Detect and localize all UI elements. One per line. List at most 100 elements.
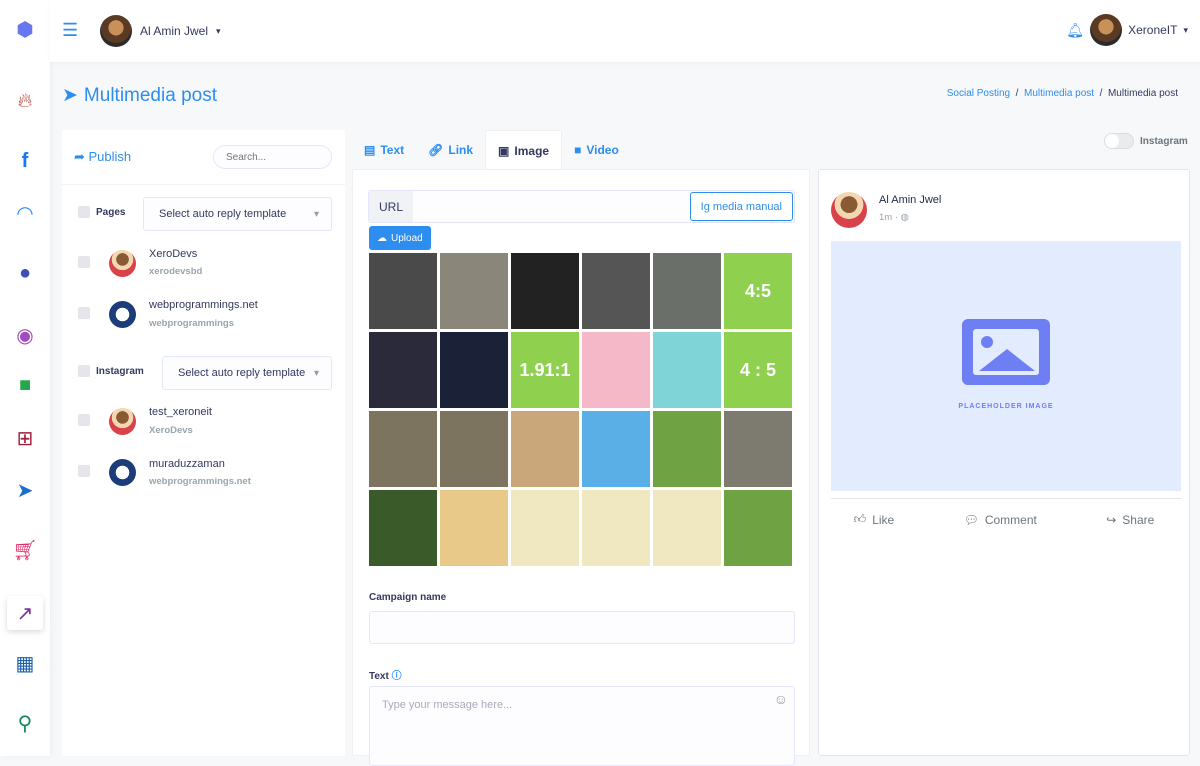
store-icon[interactable]: ▦ xyxy=(12,650,38,676)
media-thumbnail[interactable]: 4 : 5 xyxy=(724,332,792,408)
media-thumbnail[interactable] xyxy=(369,411,437,487)
tab-link[interactable]: 🔗︎ Link xyxy=(416,130,485,170)
media-thumbnail[interactable] xyxy=(653,253,721,329)
media-thumbnail[interactable] xyxy=(440,411,508,487)
media-thumbnail[interactable]: 4:5 xyxy=(724,253,792,329)
instagram-toggle-label: Instagram xyxy=(1140,136,1188,147)
tab-label: Video xyxy=(586,143,619,157)
message-placeholder: Type your message here... xyxy=(382,699,513,711)
instagram-label: Instagram xyxy=(96,366,144,377)
media-thumbnail[interactable] xyxy=(440,332,508,408)
media-thumbnail[interactable] xyxy=(440,490,508,566)
comment-icon: 💬︎ xyxy=(963,512,979,527)
pages-checkbox[interactable] xyxy=(78,206,90,218)
message-icon[interactable]: ■ xyxy=(12,372,38,398)
media-thumbnail[interactable] xyxy=(369,253,437,329)
avatar xyxy=(100,15,132,47)
breadcrumb-social-posting[interactable]: Social Posting xyxy=(947,88,1010,99)
fire-icon[interactable]: 🔥︎ xyxy=(12,88,38,114)
instagram-toggle[interactable] xyxy=(1104,133,1134,149)
menu-icon[interactable]: ☰ xyxy=(62,20,78,41)
media-thumbnail[interactable] xyxy=(511,253,579,329)
media-thumbnail[interactable]: 1.91:1 xyxy=(511,332,579,408)
post-type-tabs: ▤ Text 🔗︎ Link ▣ Image ■ Video xyxy=(352,130,631,170)
media-thumbnail[interactable] xyxy=(653,332,721,408)
emoji-icon[interactable]: ☺ xyxy=(774,691,788,707)
media-thumbnail[interactable] xyxy=(582,253,650,329)
preview-time: 1m xyxy=(879,212,893,223)
cart-icon[interactable]: 🛒︎ xyxy=(12,537,38,563)
comment-button[interactable]: 💬︎ Comment xyxy=(964,512,1037,527)
tab-label: Text xyxy=(380,143,405,157)
media-thumbnail[interactable] xyxy=(724,411,792,487)
message-textarea[interactable]: Type your message here... ☺ xyxy=(369,686,795,766)
campaign-label: Campaign name xyxy=(369,592,447,603)
pages-label: Pages xyxy=(96,207,126,218)
tab-image[interactable]: ▣ Image xyxy=(485,130,563,170)
media-thumbnail[interactable] xyxy=(369,490,437,566)
url-label: URL xyxy=(369,191,413,222)
search-icon[interactable]: ⚲ xyxy=(12,710,38,736)
breadcrumb-multimedia[interactable]: Multimedia post xyxy=(1024,88,1094,99)
media-thumbnail[interactable] xyxy=(582,332,650,408)
like-label: Like xyxy=(872,512,895,527)
media-thumbnail[interactable] xyxy=(724,490,792,566)
instagram-checkbox[interactable] xyxy=(78,365,90,377)
page-checkbox[interactable] xyxy=(78,307,90,319)
media-grid: 4:5 1.91:1 4 : 5 xyxy=(369,253,792,566)
wifi-icon[interactable]: ◠ xyxy=(12,200,38,226)
text-label: Text xyxy=(369,671,389,682)
media-thumbnail[interactable] xyxy=(440,253,508,329)
media-thumbnail[interactable] xyxy=(582,490,650,566)
campaign-name-input[interactable] xyxy=(369,611,795,644)
bell-icon[interactable]: 🔔︎ xyxy=(1066,22,1084,39)
account-name: XeroneIT xyxy=(1128,23,1178,37)
account-dropdown[interactable]: XeroneIT ▾ xyxy=(1090,14,1188,46)
media-thumbnail[interactable] xyxy=(369,332,437,408)
tab-video[interactable]: ■ Video xyxy=(562,130,631,170)
share-icon[interactable]: ↗ xyxy=(7,596,43,630)
user-circle-icon[interactable]: ◉ xyxy=(12,322,38,348)
instagram-template-select[interactable]: Select auto reply template xyxy=(162,356,332,390)
media-thumbnail[interactable] xyxy=(511,490,579,566)
logo-icon[interactable]: ⬢ xyxy=(12,16,38,42)
instagram-name: muraduzzaman xyxy=(149,458,225,470)
breadcrumb: Social Posting / Multimedia post / Multi… xyxy=(946,88,1178,99)
like-button[interactable]: 👍︎ Like xyxy=(854,512,895,527)
upload-button[interactable]: ☁ Upload xyxy=(369,226,431,250)
sidebar: ⬢ 🔥︎ f ◠ ● ◉ ■ ⊞ ➤ 🛒︎ ↗ ▦ ⚲ xyxy=(0,0,50,756)
paper-plane-icon[interactable]: ➤ xyxy=(12,477,38,503)
media-thumbnail[interactable] xyxy=(653,411,721,487)
account-avatar xyxy=(1090,14,1123,46)
comment-label: Comment xyxy=(984,512,1037,527)
pages-template-select[interactable]: Select auto reply template xyxy=(143,197,332,231)
page-checkbox[interactable] xyxy=(78,256,90,268)
url-input[interactable] xyxy=(413,191,689,222)
publish-text: Publish xyxy=(88,149,132,164)
media-thumbnail[interactable] xyxy=(582,411,650,487)
cloud-upload-icon: ☁ xyxy=(377,232,387,244)
share-label: Share xyxy=(1122,512,1155,527)
tab-text[interactable]: ▤ Text xyxy=(352,130,416,170)
share-button[interactable]: ↪ Share xyxy=(1106,512,1154,527)
media-thumbnail[interactable] xyxy=(511,411,579,487)
ig-media-manual-button[interactable]: Ig media manual xyxy=(689,192,793,221)
instagram-avatar xyxy=(109,408,136,435)
page-sub: xerodevsbd xyxy=(149,266,203,277)
thumbs-up-icon: 👍︎ xyxy=(853,512,867,526)
sitemap-icon[interactable]: ⊞ xyxy=(12,425,38,451)
page-name: webprogrammings.net xyxy=(149,299,258,311)
chat-icon[interactable]: ● xyxy=(12,260,38,286)
file-icon: ▤ xyxy=(364,143,376,157)
placeholder-label: PLACEHOLDER IMAGE xyxy=(958,402,1054,410)
instagram-sub: webprogrammings.net xyxy=(149,476,251,487)
media-thumbnail[interactable] xyxy=(653,490,721,566)
globe-icon: ◍ xyxy=(900,212,909,223)
user-dropdown[interactable]: Al Amin Jwel ▾ xyxy=(100,15,221,47)
facebook-icon[interactable]: f xyxy=(12,148,38,174)
search-input[interactable] xyxy=(213,145,332,169)
instagram-account-checkbox[interactable] xyxy=(78,465,90,477)
instagram-avatar xyxy=(109,459,136,486)
image-form: URL Ig media manual ☁ Upload 4:5 1.91:1 4 :… xyxy=(352,169,810,766)
instagram-account-checkbox[interactable] xyxy=(78,414,90,426)
